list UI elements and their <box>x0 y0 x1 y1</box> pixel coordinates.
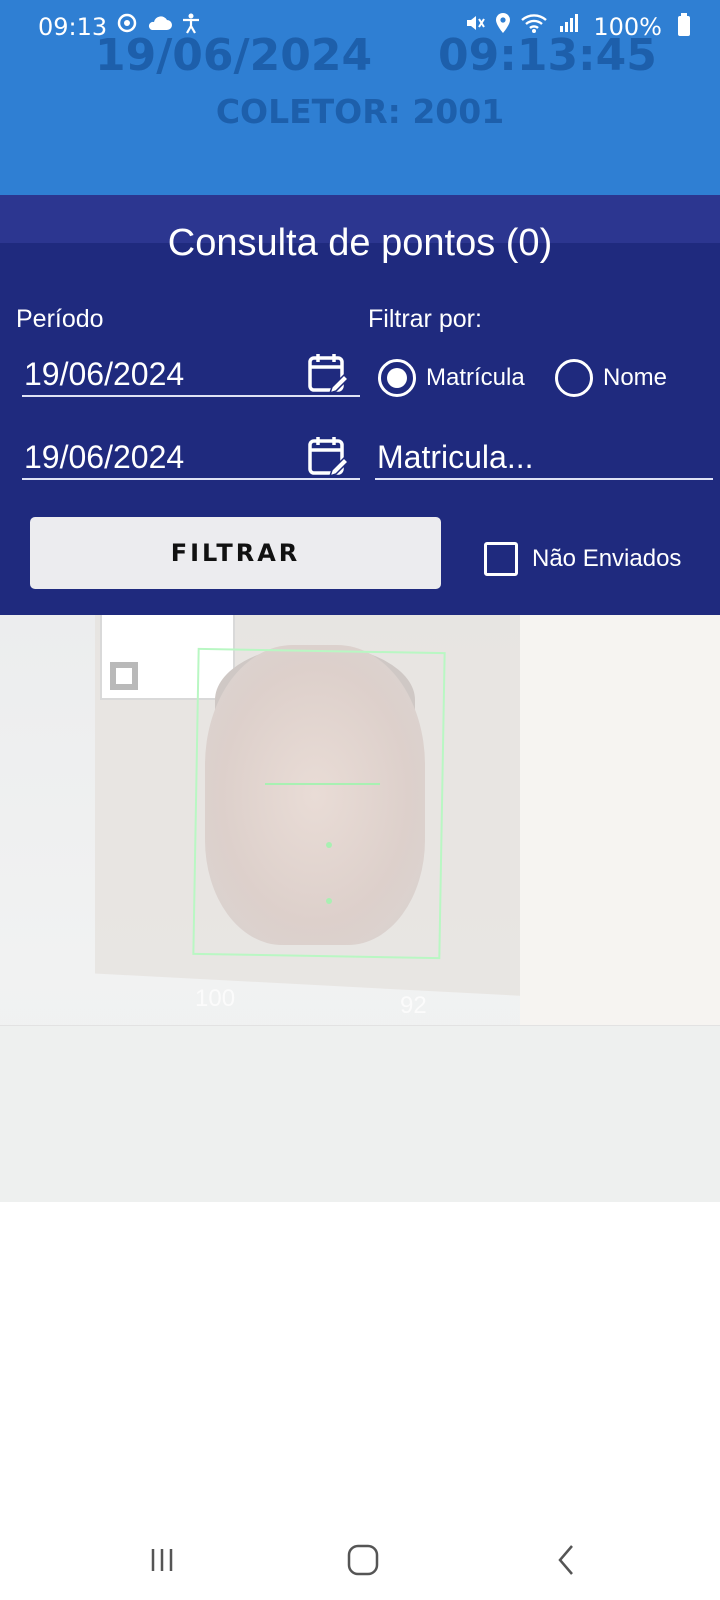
wifi-icon <box>521 14 547 33</box>
face-eye-line <box>265 783 380 785</box>
end-date-field[interactable]: 19/06/2024 <box>22 430 360 480</box>
face-landmark-mouth <box>326 898 332 904</box>
radio-matricula-circle[interactable] <box>378 359 416 397</box>
radio-nome-circle[interactable] <box>555 359 593 397</box>
calendar-edit-icon[interactable] <box>306 434 352 480</box>
background-panel <box>520 615 720 1095</box>
recent-apps-icon <box>151 1549 173 1571</box>
signal-icon <box>560 14 578 32</box>
matricula-input[interactable]: Matricula... <box>375 430 713 480</box>
end-date-value: 19/06/2024 <box>24 439 185 475</box>
app-screen: 19/06/2024 09:13:45 COLETOR: 2001 09:13 … <box>0 0 720 1600</box>
filter-button[interactable]: FILTRAR <box>30 517 441 589</box>
status-bar: 09:13 100% <box>0 0 720 52</box>
calendar-edit-icon[interactable] <box>306 351 352 397</box>
filter-by-label: Filtrar por: <box>368 305 482 333</box>
status-clock: 09:13 <box>38 13 108 41</box>
dialog-title: Consulta de pontos (0) <box>167 222 553 264</box>
recent-apps-button[interactable] <box>140 1538 184 1582</box>
radio-nome-label: Nome <box>603 364 668 391</box>
start-date-field[interactable]: 19/06/2024 <box>22 347 360 397</box>
face-detection-box <box>192 647 446 960</box>
status-icons-left <box>116 12 202 34</box>
radio-matricula[interactable]: Matrícula <box>378 359 525 397</box>
battery-percent: 100% <box>593 13 662 41</box>
location-icon <box>496 13 510 33</box>
face-landmark-nose <box>326 842 332 848</box>
desk-surface <box>0 1025 720 1202</box>
start-date-value: 19/06/2024 <box>24 356 185 392</box>
home-icon <box>347 1544 379 1576</box>
not-sent-checkbox-box[interactable] <box>484 542 518 576</box>
detection-score-left: 100 <box>195 985 236 1012</box>
collector-id: COLETOR: 2001 <box>215 92 505 131</box>
accessibility-icon <box>183 13 199 34</box>
home-button[interactable] <box>341 1538 385 1582</box>
matricula-placeholder: Matricula... <box>377 439 534 475</box>
back-icon <box>558 1545 573 1575</box>
battery-icon <box>678 13 690 36</box>
navigation-bar <box>0 1520 720 1600</box>
cloud-icon <box>148 16 172 30</box>
detection-score-right: 92 <box>400 992 427 1019</box>
period-label: Período <box>16 305 104 333</box>
radio-nome[interactable]: Nome <box>555 359 667 397</box>
camera-preview: 100 92 <box>0 615 720 1202</box>
not-sent-checkbox[interactable]: Não Enviados <box>484 542 681 576</box>
query-dialog: Consulta de pontos (0) Período Filtrar p… <box>0 195 720 615</box>
status-icons-right <box>464 12 580 34</box>
radio-selected-dot <box>387 368 407 388</box>
mute-icon <box>467 16 485 30</box>
sync-icon <box>117 13 137 33</box>
radio-matricula-label: Matrícula <box>426 364 525 391</box>
not-sent-label: Não Enviados <box>532 545 682 572</box>
back-button[interactable] <box>545 1538 589 1582</box>
